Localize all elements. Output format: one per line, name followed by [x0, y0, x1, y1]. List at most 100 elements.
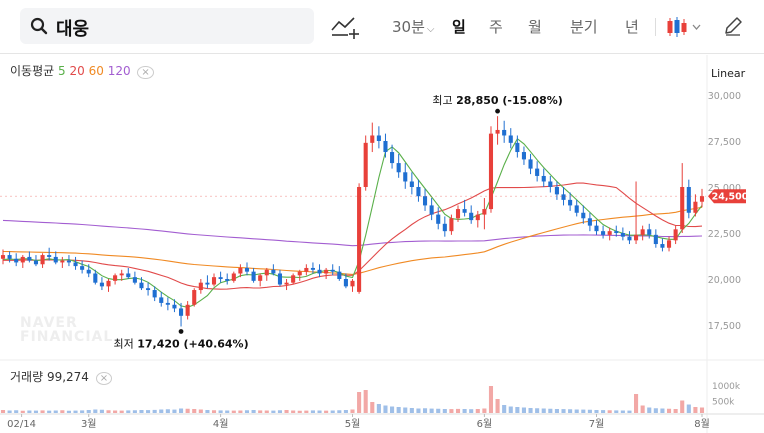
pencil-icon[interactable]: [722, 15, 744, 37]
volume-bar: [521, 407, 526, 413]
candle-body: [422, 196, 428, 206]
candle-body: [179, 308, 184, 316]
chart-area[interactable]: 17,500 20,000 22,500 25,000 27,500 30,000 02/1…: [0, 55, 764, 433]
candle-body: [396, 163, 401, 173]
high-label: 최고 28,850 (-15.08%): [432, 94, 562, 107]
candle-body: [383, 141, 388, 153]
volume-bar: [594, 410, 599, 413]
candle-body: [113, 275, 118, 281]
candle-body: [508, 135, 513, 143]
volume-legend[interactable]: 거래량 99,274 ×: [10, 368, 113, 385]
candle-body: [205, 282, 210, 285]
candle-body: [449, 218, 454, 232]
volume-bar: [660, 408, 665, 413]
candle-body: [521, 152, 526, 160]
period-tab-30min-label: 30분: [392, 18, 425, 36]
volume-bar: [244, 410, 250, 413]
candle-body: [7, 255, 12, 259]
volume-bar: [515, 407, 520, 413]
period-tab-year[interactable]: 년: [625, 16, 639, 37]
candle-body: [581, 212, 586, 219]
close-icon[interactable]: ×: [137, 66, 154, 79]
candle-body: [541, 175, 546, 182]
ma-5-label: 5: [58, 64, 66, 78]
volume-value: 99,274: [46, 370, 89, 384]
volume-bar: [620, 410, 625, 413]
candle-body: [139, 282, 144, 289]
x-tick-label: 8월: [694, 418, 710, 430]
low-label-title: 최저: [113, 337, 137, 350]
candle-body: [699, 196, 705, 202]
volume-tick-label: 500k: [712, 398, 735, 408]
volume-bar: [455, 408, 461, 413]
volume-bar: [304, 410, 309, 413]
candle-body: [455, 209, 461, 219]
candle-body: [198, 282, 203, 291]
candle-body: [561, 194, 566, 200]
volume-bar: [225, 410, 230, 413]
volume-bar: [27, 410, 32, 413]
moving-average-legend[interactable]: 이동평균 5 20 60 120 ×: [10, 62, 154, 79]
volume-tick-label: 1000k: [712, 382, 741, 392]
volume-bar: [666, 408, 672, 413]
x-tick-label: 02/14: [7, 419, 36, 430]
volume-bar: [363, 390, 368, 413]
candle-body: [647, 229, 652, 235]
candle-style-icon[interactable]: [665, 15, 705, 39]
search-icon: [30, 17, 48, 35]
volume-bar: [205, 410, 210, 413]
candle-body: [152, 290, 157, 298]
volume-bar: [324, 410, 329, 413]
chart-type-add-icon[interactable]: [330, 14, 360, 40]
candle-body: [218, 277, 223, 279]
volume-bar: [436, 408, 441, 413]
period-tab-30min[interactable]: 30분 ⌵: [392, 16, 434, 37]
volume-bar: [73, 410, 78, 413]
price-chart[interactable]: 17,50020,00022,50025,00027,50030,00002/1…: [0, 55, 764, 433]
volume-bar: [403, 407, 408, 413]
volume-bar: [350, 409, 355, 413]
period-tab-week[interactable]: 주: [489, 16, 503, 37]
stock-search-box[interactable]: 대웅: [20, 8, 314, 44]
period-tab-quarter[interactable]: 분기: [570, 16, 598, 37]
volume-bar: [192, 409, 197, 413]
candle-body: [686, 187, 691, 213]
volume-bar: [601, 410, 606, 413]
volume-bar: [548, 408, 553, 413]
volume-bar: [14, 410, 19, 413]
volume-bar: [640, 405, 645, 413]
low-label-value: 17,420 (+40.64%): [137, 337, 248, 350]
volume-bar: [416, 408, 421, 413]
y-tick-label: 27,500: [708, 137, 741, 148]
candle-body: [238, 267, 243, 274]
volume-bar: [587, 409, 592, 413]
candle-body: [172, 304, 177, 309]
candle-body: [291, 275, 296, 283]
volume-bar: [297, 410, 302, 413]
volume-bar: [370, 402, 375, 413]
candle-body: [416, 187, 421, 197]
candle-body: [554, 187, 559, 195]
candle-body: [165, 302, 170, 305]
candle-body: [528, 159, 533, 169]
candle-body: [495, 129, 500, 134]
candle-body: [60, 260, 65, 263]
candle-body: [132, 277, 137, 283]
candle-body: [106, 280, 111, 287]
volume-bar: [126, 410, 131, 413]
volume-bar: [132, 410, 137, 413]
candle-body: [244, 267, 250, 272]
volume-bar: [317, 410, 322, 413]
volume-bar: [119, 410, 124, 413]
x-tick-label: 5월: [345, 418, 361, 430]
scale-type-button[interactable]: Linear: [711, 67, 745, 80]
high-label-title: 최고: [432, 94, 456, 107]
close-icon[interactable]: ×: [95, 372, 113, 385]
search-query[interactable]: 대웅: [56, 15, 89, 41]
volume-bar: [0, 410, 6, 413]
volume-bar: [390, 406, 395, 413]
y-tick-label: 30,000: [708, 91, 741, 102]
candle-body: [502, 129, 507, 136]
period-tab-month[interactable]: 월: [528, 16, 542, 37]
period-tab-day[interactable]: 일: [452, 16, 466, 37]
